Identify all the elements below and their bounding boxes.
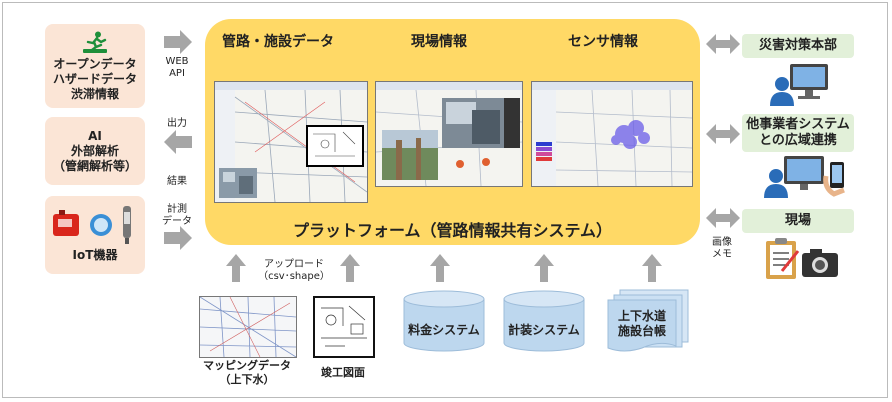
upload-arrow-1 — [226, 254, 246, 282]
iot-devices-box: IoT機器 — [45, 196, 145, 274]
field-label: 現場 — [784, 213, 811, 228]
field-info-screenshot — [375, 81, 523, 187]
pipeline-map-screenshot — [214, 81, 368, 203]
facility-ledger-label: 上下水道 施設台帳 — [617, 309, 666, 338]
upload-arrow-2 — [340, 254, 360, 282]
completion-drawing-label: 竣工図面 — [321, 366, 365, 379]
ledger-arrow — [642, 254, 662, 282]
output-arrow — [164, 130, 192, 154]
result-label: 結果 — [167, 176, 187, 187]
panel-title-pipeline: 管路・施設データ — [222, 34, 334, 50]
running-person-icon — [81, 31, 109, 55]
computer-phone-user-icon — [764, 154, 856, 198]
web-api-arrow — [164, 30, 192, 54]
measurement-arrow — [164, 226, 192, 250]
panel-title-sensor: センサ情報 — [568, 34, 638, 50]
field-box: 現場 — [742, 209, 854, 233]
clipboard-camera-icon — [762, 237, 842, 281]
ai-analysis-label: AI 外部解析 （管網解析等） — [52, 128, 137, 173]
iot-devices-icon — [49, 202, 141, 246]
billing-system-label: 料金システム — [408, 323, 480, 337]
open-data-box: オープンデータ ハザードデータ 渋滞情報 — [45, 24, 145, 108]
platform-title: プラットフォーム（管路情報共有システム） — [292, 221, 613, 240]
disaster-hq-box: 災害対策本部 — [742, 34, 854, 58]
mapping-data-label: マッピングデータ （上下水） — [203, 359, 291, 386]
ai-analysis-box: AI 外部解析 （管網解析等） — [45, 117, 145, 185]
instrumentation-arrow — [534, 254, 554, 282]
image-memo-label: 画像 メモ — [712, 237, 732, 260]
iot-devices-label: IoT機器 — [72, 248, 118, 262]
other-operators-label: 他事業者システム との広域連携 — [746, 117, 850, 148]
right-arrows — [706, 34, 740, 228]
disaster-hq-arrow — [706, 34, 740, 54]
upload-label: アップロード （csv･shape） — [258, 259, 330, 282]
open-data-label: オープンデータ ハザードデータ 渋滞情報 — [52, 56, 137, 101]
billing-arrow — [430, 254, 450, 282]
platform-box: 管路・施設データ 現場情報 センサ情報 プラットフォーム（管路情報共有システム） — [205, 19, 700, 245]
mapping-data-thumbnail — [199, 296, 297, 358]
computer-user-icon — [768, 62, 832, 106]
measurement-label: 計測 データ — [162, 204, 192, 227]
other-operators-box: 他事業者システム との広域連携 — [742, 114, 854, 152]
other-operators-arrow — [706, 124, 740, 144]
completion-drawing-thumbnail — [313, 296, 375, 358]
sensor-info-screenshot — [531, 81, 693, 187]
field-arrow — [706, 208, 740, 228]
instrumentation-system-label: 計装システム — [508, 323, 580, 337]
disaster-hq-label: 災害対策本部 — [758, 38, 837, 53]
panel-title-field: 現場情報 — [411, 34, 467, 50]
output-label: 出力 — [167, 118, 187, 129]
web-api-label: WEB API — [165, 56, 189, 79]
